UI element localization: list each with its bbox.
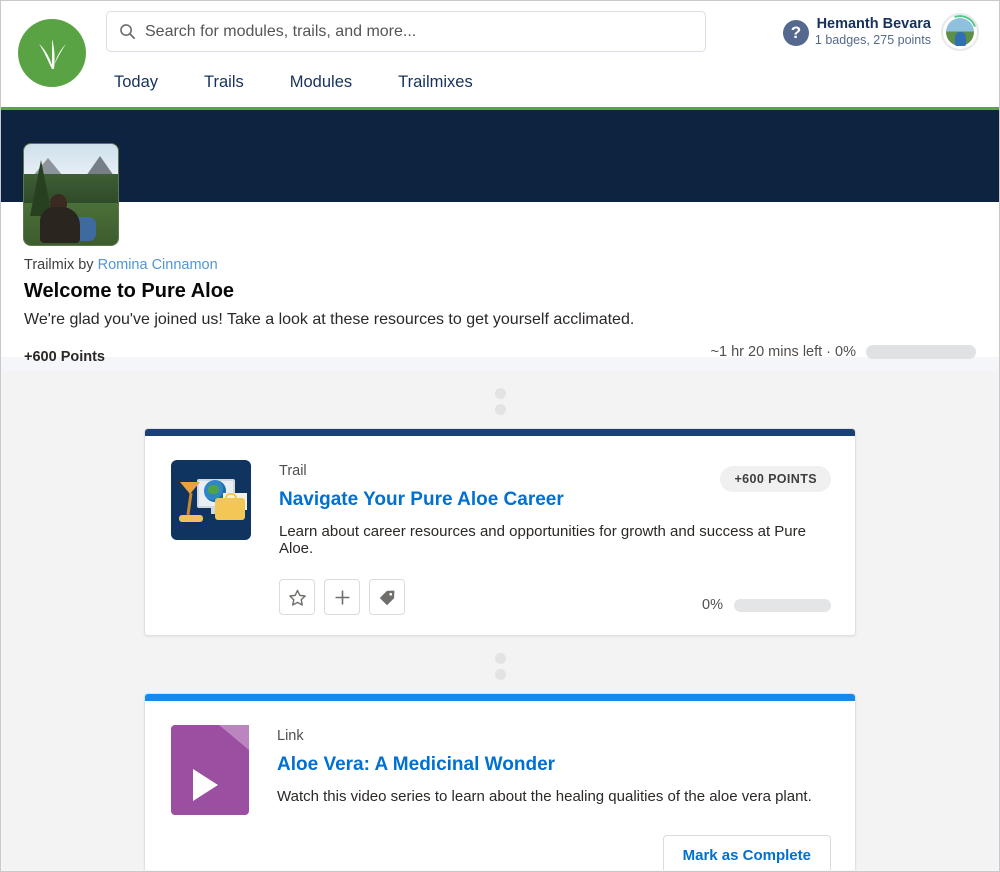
nav-item-today[interactable]: Today [106,69,166,96]
main-nav: Today Trails Modules Trailmixes [106,69,481,96]
card-progress-label: 0% [702,597,723,613]
connector-middle [2,636,998,693]
trailmix-meta: Trailmix by Romina Cinnamon Welcome to P… [24,257,724,365]
connector-dot-icon [494,669,506,680]
card-body: Link Aloe Vera: A Medicinal Wonder Watch… [145,701,855,835]
trailmix-item-card[interactable]: Link Aloe Vera: A Medicinal Wonder Watch… [144,693,856,870]
global-header: ? Hemanth Bevara 1 badges, 275 points To… [1,1,999,110]
trail-desk-globe-icon [171,460,251,540]
trailmix-items-list: Trail Navigate Your Pure Aloe Career Lea… [2,371,998,870]
page-description: We're glad you've joined us! Take a look… [24,311,635,328]
card-content: Link Aloe Vera: A Medicinal Wonder Watch… [249,725,831,815]
user-text: Hemanth Bevara 1 badges, 275 points [815,15,931,49]
user-name: Hemanth Bevara [816,16,931,33]
connector-dot-icon [494,388,506,399]
help-button[interactable]: ? [783,20,809,46]
trailmix-item-card[interactable]: Trail Navigate Your Pure Aloe Career Lea… [144,428,856,636]
user-profile[interactable]: Hemanth Bevara 1 badges, 275 points [815,13,979,51]
card-progress-bar [734,598,831,612]
card-accent-bar [145,429,855,436]
trailmix-progress-label: ~1 hr 20 mins left · 0% [710,344,856,360]
connector-dot-icon [494,404,506,415]
trailmix-progress-bar [866,345,976,359]
card-title-link[interactable]: Navigate Your Pure Aloe Career [279,489,831,511]
card-progress: 0% [702,597,831,613]
search-input[interactable] [145,22,693,41]
add-to-trailmix-button[interactable] [324,579,360,615]
hero-banner-dark [1,110,999,202]
favorite-button[interactable] [279,579,315,615]
user-stats: 1 badges, 275 points [814,33,931,48]
byline-prefix: Trailmix by [24,257,94,273]
trailhead-app: ? Hemanth Bevara 1 badges, 275 points To… [0,0,1000,872]
search-icon [119,23,136,40]
nav-item-trailmixes[interactable]: Trailmixes [390,69,481,96]
avatar[interactable] [941,13,979,51]
points-badge: +600 POINTS [720,466,831,492]
card-body: Trail Navigate Your Pure Aloe Career Lea… [145,436,855,635]
tag-button[interactable] [369,579,405,615]
trailmix-byline: Trailmix by Romina Cinnamon [24,257,724,273]
author-link[interactable]: Romina Cinnamon [98,257,218,273]
card-description: Learn about career resources and opportu… [279,523,806,557]
avatar-progress-ring-icon [943,15,977,49]
connector-dot-icon [494,653,506,664]
card-footer: Mark as Complete [145,835,855,870]
search-bar[interactable] [106,11,706,52]
card-description: Watch this video series to learn about t… [277,788,812,805]
card-type-label: Link [277,728,304,744]
trailmix-cover-photo-icon [23,143,119,246]
card-title-link[interactable]: Aloe Vera: A Medicinal Wonder [277,754,831,776]
connector-top [2,371,998,428]
mark-as-complete-button[interactable]: Mark as Complete [662,835,831,870]
trailhead-grass-logo-icon[interactable] [18,19,86,87]
trailmix-progress: ~1 hr 20 mins left · 0% [711,344,976,360]
nav-item-modules[interactable]: Modules [282,69,360,96]
nav-item-trails[interactable]: Trails [196,69,252,96]
help-icon-label: ? [790,23,802,42]
trailmix-points: +600 Points [24,349,105,365]
link-video-file-icon [171,725,249,815]
card-accent-bar [145,694,855,701]
page-title: Welcome to Pure Aloe [24,280,235,302]
